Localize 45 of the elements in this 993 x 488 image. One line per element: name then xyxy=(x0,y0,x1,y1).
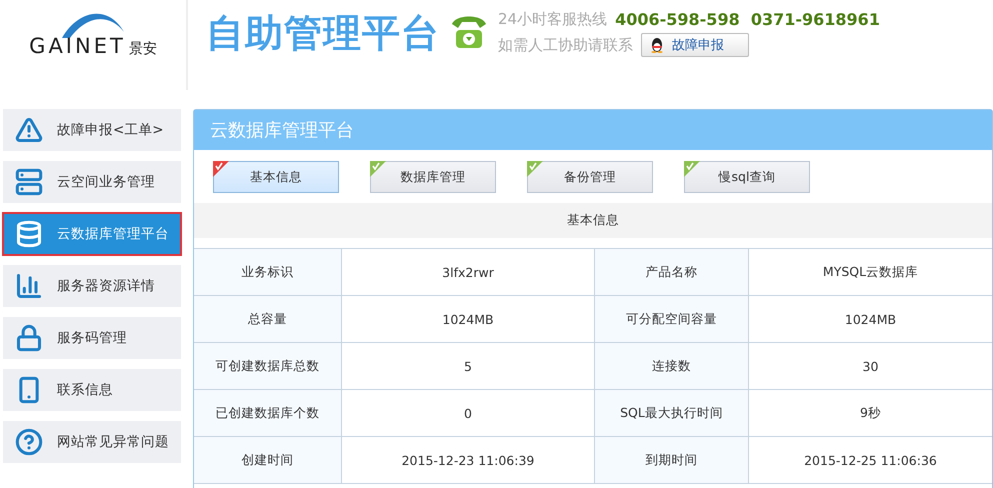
sidebar-item[interactable]: 服务器资源详情 xyxy=(3,265,181,307)
warning-icon xyxy=(15,116,43,144)
table-cell: 连接数 xyxy=(595,343,749,390)
table-cell: 可分配空间容量 xyxy=(595,296,749,343)
table-cell: 到期时间 xyxy=(595,437,749,484)
table-cell: 已创建数据库个数 xyxy=(194,390,342,437)
lock-icon xyxy=(15,324,43,352)
database-icon xyxy=(15,220,43,248)
table-cell: 1024MB xyxy=(342,296,595,343)
logo-text: GAINET xyxy=(29,34,126,58)
penguin-icon xyxy=(650,37,664,53)
section-title: 基本信息 xyxy=(194,203,992,238)
hotline-label: 24小时客服热线 xyxy=(498,10,608,29)
table-cell: 5 xyxy=(342,343,595,390)
check-corner-icon xyxy=(213,161,229,177)
sidebar-item[interactable]: 故障申报<工单> xyxy=(3,109,181,151)
sidebar-item[interactable]: 网站常见异常问题 xyxy=(3,421,181,463)
sidebar-item[interactable]: 云空间业务管理 xyxy=(3,161,181,203)
tab[interactable]: 备份管理 xyxy=(527,161,653,193)
check-corner-icon xyxy=(527,161,543,177)
table-cell: 0 xyxy=(342,390,595,437)
sidebar-item[interactable]: 服务码管理 xyxy=(3,317,181,359)
sidebar-item[interactable]: 联系信息 xyxy=(3,369,181,411)
page-title: 自助管理平台 xyxy=(206,10,440,57)
check-corner-icon xyxy=(370,161,386,177)
table-cell: SQL最大执行时间 xyxy=(595,390,749,437)
panel-title: 云数据库管理平台 xyxy=(194,110,992,150)
table-cell: 总容量 xyxy=(194,296,342,343)
bar-chart-icon xyxy=(15,272,43,300)
help-icon xyxy=(15,428,43,456)
logo-subtext: 景安 xyxy=(128,40,157,58)
check-corner-icon xyxy=(684,161,700,177)
table-cell: 可创建数据库总数 xyxy=(194,343,342,390)
table-cell: 3lfx2rwr xyxy=(342,249,595,296)
table-cell: 创建时间 xyxy=(194,437,342,484)
table-cell: 业务标识 xyxy=(194,249,342,296)
tab[interactable]: 数据库管理 xyxy=(370,161,496,193)
tab[interactable]: 慢sql查询 xyxy=(684,161,810,193)
contact-label: 如需人工协助请联系 xyxy=(498,36,633,54)
hotline-numbers: 4006-598-598 0371-9618961 xyxy=(615,10,880,29)
report-button[interactable]: 故障申报 xyxy=(641,33,749,57)
table-cell: 产品名称 xyxy=(595,249,749,296)
server-icon xyxy=(15,168,43,196)
tab[interactable]: 基本信息 xyxy=(213,161,339,193)
table-cell: 2015-12-23 11:06:39 xyxy=(342,437,595,484)
